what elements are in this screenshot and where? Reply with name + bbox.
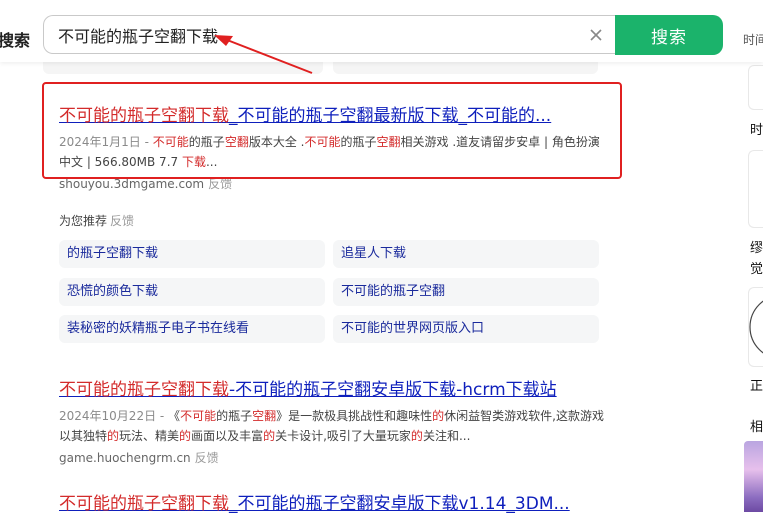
snippet-part: 下载	[181, 155, 206, 169]
snippet-part: 的	[432, 409, 445, 423]
result-title-link[interactable]: 不可能的瓶子空翻下载_不可能的瓶子空翻最新版下载_不可能的...	[59, 105, 604, 127]
result-date: 2024年1月1日 -	[59, 135, 153, 149]
snippet-part: 空翻	[252, 409, 277, 423]
snippet-part: 不可能	[152, 135, 189, 149]
result-snippet: 2024年10月22日 - 《不可能的瓶子空翻》是一款极具挑战性和趣味性的休闲益…	[59, 406, 604, 446]
snippet-part: 不可能	[304, 135, 341, 149]
side-text[interactable]: 正	[750, 375, 763, 394]
snippet-part: 的瓶子	[216, 409, 253, 423]
partial-box-left	[43, 62, 323, 74]
search-button[interactable]: 搜索	[615, 15, 723, 55]
snippet-part: 的瓶子	[188, 135, 225, 149]
snippet-part: 》是一款极具挑战性和趣味性	[276, 409, 433, 423]
side-text[interactable]: 觉	[750, 258, 763, 277]
snippet-part: 的	[263, 429, 276, 443]
side-text[interactable]: 缪	[750, 237, 763, 256]
recommend-title: 为您推荐	[59, 214, 108, 228]
snippet-part: 的	[410, 429, 423, 443]
snippet-part: 空翻	[376, 135, 401, 149]
result-snippet: 2024年1月1日 - 不可能的瓶子空翻版本大全 .不可能的瓶子空翻相关游戏 .…	[59, 132, 604, 172]
recommend-item[interactable]: 的瓶子空翻下载	[59, 240, 325, 268]
side-text: 相	[750, 420, 763, 435]
side-card[interactable]	[748, 65, 763, 110]
snippet-part: 玩法、精美	[119, 429, 180, 443]
title-highlight: 不可能的瓶子空翻下载	[59, 380, 229, 400]
result-domain[interactable]: game.huochengrm.cn	[59, 451, 191, 465]
clock-icon	[749, 300, 763, 354]
result-meta: shouyou.3dmgame.com 反馈	[59, 175, 604, 192]
title-highlight: 不可能的瓶子空翻下载	[59, 106, 229, 126]
snippet-part: 空翻	[224, 135, 249, 149]
partial-box-right	[333, 62, 598, 74]
side-card[interactable]	[748, 150, 763, 228]
feedback-link[interactable]: 反馈	[195, 451, 219, 465]
snippet-part: 的瓶子	[340, 135, 377, 149]
search-result: 不可能的瓶子空翻下载_不可能的瓶子空翻最新版下载_不可能的... 2024年1月…	[59, 105, 604, 192]
title-rest: _不可能的瓶子空翻安卓版下载v1.14_3DM...	[229, 494, 570, 514]
snippet-part: ...	[205, 155, 218, 169]
side-thumbnail[interactable]	[744, 441, 763, 512]
result-meta: game.huochengrm.cn 反馈	[59, 449, 604, 466]
title-rest: -不可能的瓶子空翻安卓版下载-hcrm下载站	[229, 380, 557, 400]
feedback-link[interactable]: 反馈	[208, 177, 232, 191]
snippet-part: 的	[179, 429, 192, 443]
recommend-item[interactable]: 不可能的世界网页版入口	[333, 315, 599, 343]
recommend-header: 为您推荐 反馈	[59, 212, 134, 229]
result-date: 2024年10月22日 -	[59, 409, 169, 423]
result-title-link[interactable]: 不可能的瓶子空翻下载-不可能的瓶子空翻安卓版下载-hcrm下载站	[59, 379, 604, 401]
recommend-item[interactable]: 追星人下载	[333, 240, 599, 268]
time-filter[interactable]: 时间	[743, 31, 763, 48]
side-text[interactable]: 时	[750, 119, 763, 138]
recommend-item[interactable]: 不可能的瓶子空翻	[333, 278, 599, 306]
snippet-part: 画面以及丰富	[191, 429, 264, 443]
logo[interactable]: 搜索	[0, 27, 30, 51]
close-icon[interactable]	[588, 27, 604, 43]
search-result: 不可能的瓶子空翻下载-不可能的瓶子空翻安卓版下载-hcrm下载站 2024年10…	[59, 379, 604, 466]
recommend-item[interactable]: 装秘密的妖精瓶子电子书在线看	[59, 315, 325, 343]
search-input[interactable]	[58, 25, 578, 45]
snippet-part: 《	[168, 409, 181, 423]
snippet-part: 关注和...	[422, 429, 471, 443]
snippet-part: 关卡设计,吸引了大量玩家	[275, 429, 411, 443]
title-highlight: 不可能的瓶子空翻下载	[59, 494, 229, 514]
result-domain[interactable]: shouyou.3dmgame.com	[59, 177, 204, 191]
snippet-part: 的	[107, 429, 120, 443]
top-bar: 搜索 搜索 时间	[0, 0, 763, 62]
snippet-part: 版本大全 .	[248, 135, 305, 149]
feedback-link[interactable]: 反馈	[110, 214, 134, 228]
recommend-item[interactable]: 恐慌的颜色下载	[59, 278, 325, 306]
title-rest: _不可能的瓶子空翻最新版下载_不可能的...	[229, 106, 552, 126]
search-box[interactable]	[43, 15, 619, 54]
snippet-part: 不可能	[180, 409, 217, 423]
